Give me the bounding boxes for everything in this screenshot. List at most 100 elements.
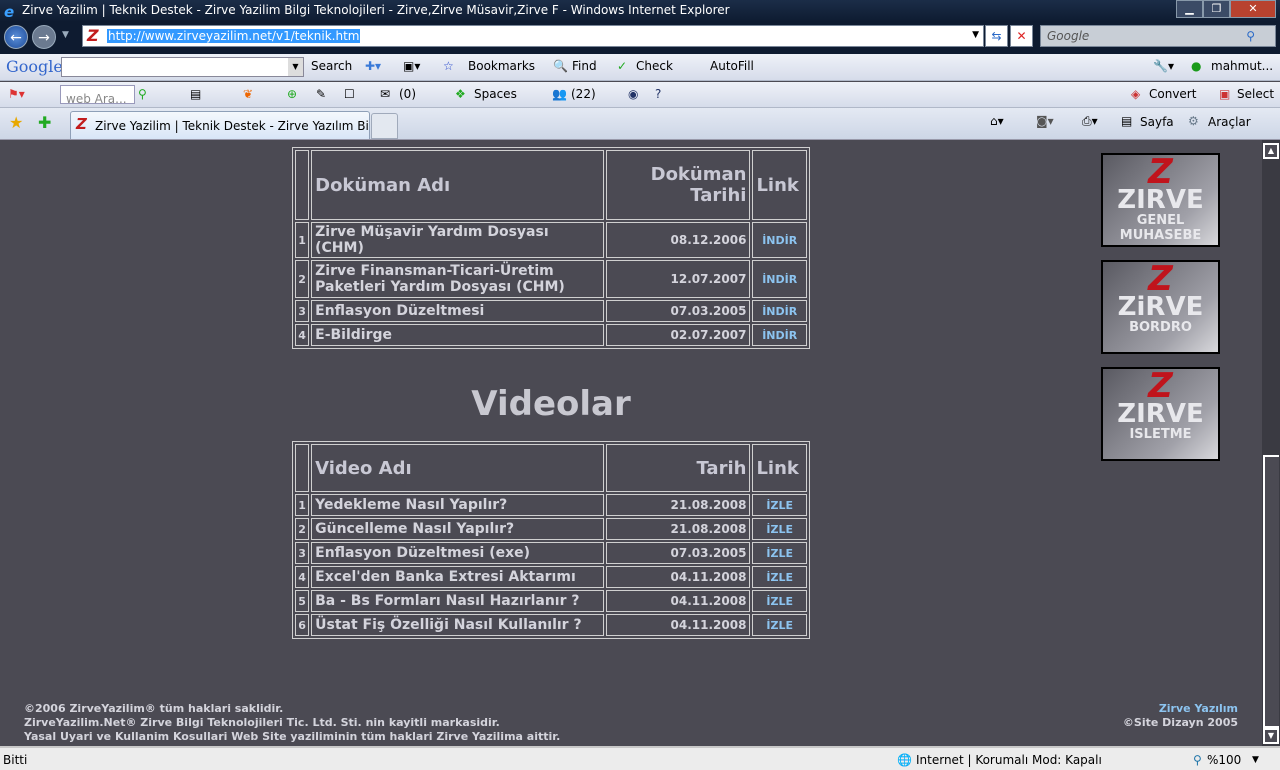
tab-row: ★ ✚ Z Zirve Yazilim | Teknik Destek - Zir… <box>0 108 1280 140</box>
mail-icon: ✉ <box>380 87 391 101</box>
history-dropdown-icon[interactable]: ▼ <box>62 30 69 40</box>
back-button[interactable]: ← <box>4 25 28 49</box>
mail-count[interactable]: (0) <box>399 87 416 101</box>
vertical-scrollbar[interactable]: ▲ ▼ <box>1262 140 1280 746</box>
minimize-button[interactable]: ▁ <box>1176 0 1203 18</box>
help-icon[interactable]: ? <box>655 87 661 101</box>
item-date: 08.12.2006 <box>606 222 751 258</box>
messenger-icon[interactable]: ❦ <box>243 87 253 101</box>
find-button[interactable]: Find <box>572 59 597 73</box>
spaces-icon: ❖ <box>455 87 466 101</box>
item-date: 04.11.2008 <box>606 590 751 612</box>
item-date: 02.07.2007 <box>606 324 751 346</box>
watch-link[interactable]: İZLE <box>752 566 807 588</box>
close-button[interactable]: ✕ <box>1230 0 1276 18</box>
favorites-star-icon[interactable]: ★ <box>9 113 23 132</box>
autofill-button[interactable]: AutoFill <box>710 59 754 73</box>
videos-table: Video Adı Tarih Link 1 Yedekleme Nasıl Ya… <box>292 441 810 639</box>
search-box[interactable]: Google ⚲ <box>1040 25 1276 47</box>
spaces-button[interactable]: Spaces <box>474 87 517 101</box>
product-banner[interactable]: Z ZIRVE ISLETME <box>1101 367 1220 461</box>
plus-icon[interactable]: ✚▾ <box>365 59 381 73</box>
watch-link[interactable]: İZLE <box>752 590 807 612</box>
restore-button[interactable]: ❐ <box>1203 0 1230 18</box>
scroll-thumb[interactable] <box>1263 455 1279 728</box>
watch-link[interactable]: İZLE <box>752 518 807 540</box>
feeds-icon[interactable]: ◙▾ <box>1036 114 1054 128</box>
product-banner[interactable]: Z ZIRVE GENEL MUHASEBE <box>1101 153 1220 247</box>
add-favorites-icon[interactable]: ✚ <box>38 113 51 132</box>
forward-button[interactable]: → <box>32 25 56 49</box>
windows-flag-icon[interactable]: ⚑▾ <box>8 87 25 101</box>
search-icon[interactable]: ⚲ <box>1246 26 1255 46</box>
item-name: Üstat Fiş Özelliği Nasıl Kullanılır ? <box>311 614 605 636</box>
table-header: Video Adı Tarih Link <box>295 444 807 492</box>
watch-link[interactable]: İZLE <box>752 614 807 636</box>
download-link[interactable]: İNDİR <box>752 260 807 298</box>
item-name: Enflasyon Düzeltmesi (exe) <box>311 542 605 564</box>
security-zone[interactable]: Internet | Korumalı Mod: Kapalı <box>916 753 1102 767</box>
popup-blocker-icon[interactable]: ▣▾ <box>403 59 420 73</box>
wrench-icon[interactable]: 🔧▾ <box>1153 59 1174 73</box>
contacts-count[interactable]: (22) <box>571 87 596 101</box>
highlighter-icon[interactable]: ✎ <box>316 87 326 101</box>
row-number: 1 <box>295 222 310 258</box>
tab-active[interactable]: Z Zirve Yazilim | Teknik Destek - Zirve Y… <box>70 111 370 139</box>
watch-link[interactable]: İZLE <box>752 542 807 564</box>
stop-button[interactable]: ✕ <box>1010 25 1033 47</box>
window-title: Zirve Yazilim | Teknik Destek - Zirve Ya… <box>22 3 730 17</box>
translate-icon[interactable]: ◉ <box>628 87 638 101</box>
banner-product-name: MUHASEBE <box>1119 228 1202 243</box>
zirve-yazilim-link[interactable]: Zirve Yazılım <box>1123 702 1238 716</box>
news-icon[interactable]: ▤ <box>190 87 201 101</box>
row-number: 6 <box>295 614 310 636</box>
download-link[interactable]: İNDİR <box>752 222 807 258</box>
videos-heading: Videolar <box>471 384 631 424</box>
refresh-button[interactable]: ⇆ <box>985 25 1008 47</box>
select-button[interactable]: Select <box>1237 87 1274 101</box>
scroll-down-button[interactable]: ▼ <box>1263 728 1279 744</box>
download-link[interactable]: İNDİR <box>752 300 807 322</box>
item-date: 21.08.2008 <box>606 518 751 540</box>
scroll-up-button[interactable]: ▲ <box>1263 143 1279 159</box>
legal-text[interactable]: Yasal Uyari ve Kullanim Kosullari Web Si… <box>24 730 560 744</box>
print-icon[interactable]: ⎙▾ <box>1082 114 1098 129</box>
page-menu[interactable]: Sayfa <box>1140 115 1174 129</box>
item-name: Güncelleme Nasıl Yapılır? <box>311 518 605 540</box>
download-link[interactable]: İNDİR <box>752 324 807 346</box>
product-banner[interactable]: Z ZiRVE BORDRO <box>1101 260 1220 354</box>
address-dropdown-icon[interactable]: ▼ <box>972 30 979 40</box>
convert-button[interactable]: Convert <box>1149 87 1196 101</box>
check-button[interactable]: Check <box>636 59 673 73</box>
item-name: Enflasyon Düzeltmesi <box>311 300 605 322</box>
doc-date-header: Doküman Tarihi <box>606 150 751 220</box>
zirve-logo-mark: Z <box>1148 152 1173 192</box>
tools-menu[interactable]: Araçlar <box>1208 115 1251 129</box>
url-text[interactable]: http://www.zirveyazilim.net/v1/teknik.ht… <box>107 29 361 43</box>
google-search-button[interactable]: Search <box>311 59 352 73</box>
item-name: Excel'den Banka Extresi Aktarımı <box>311 566 605 588</box>
live-search-icon[interactable]: ⚲ <box>138 87 147 101</box>
new-tab-button[interactable] <box>371 113 398 139</box>
zoom-dropdown-icon[interactable]: ▼ <box>1252 755 1259 765</box>
star-icon[interactable]: ☆ <box>443 59 454 73</box>
user-account[interactable]: mahmut... <box>1211 59 1273 73</box>
live-toolbar: ⚑▾ web Ara... ⚲ ▤ ❦ ⊕ ✎ ☐ ✉ (0) ❖ Spaces… <box>0 82 1280 108</box>
video-link-header: Link <box>752 444 807 492</box>
address-bar[interactable]: Z http://www.zirveyazilim.net/v1/teknik.… <box>82 25 984 47</box>
select-icon: ▣ <box>1219 87 1231 101</box>
google-search-input[interactable]: ▼ <box>61 57 304 77</box>
table-row: 4 Excel'den Banka Extresi Aktarımı 04.11.2… <box>295 566 807 588</box>
video-date-header: Tarih <box>606 444 751 492</box>
home-icon[interactable]: ⌂▾ <box>990 114 1004 128</box>
zoom-level[interactable]: %100 <box>1207 753 1241 767</box>
bookmarks-button[interactable]: Bookmarks <box>468 59 535 73</box>
add-icon[interactable]: ⊕ <box>287 87 297 101</box>
status-dot-icon: ● <box>1191 59 1202 73</box>
trademark-text: ZirveYazilim.Net® Zirve Bilgi Teknolojil… <box>24 716 500 729</box>
item-name: E-Bildirge <box>311 324 605 346</box>
zirve-logo-mark: Z <box>1148 366 1173 406</box>
watch-link[interactable]: İZLE <box>752 494 807 516</box>
live-search-input[interactable]: web Ara... <box>60 85 135 106</box>
notepad-icon[interactable]: ☐ <box>344 87 355 101</box>
